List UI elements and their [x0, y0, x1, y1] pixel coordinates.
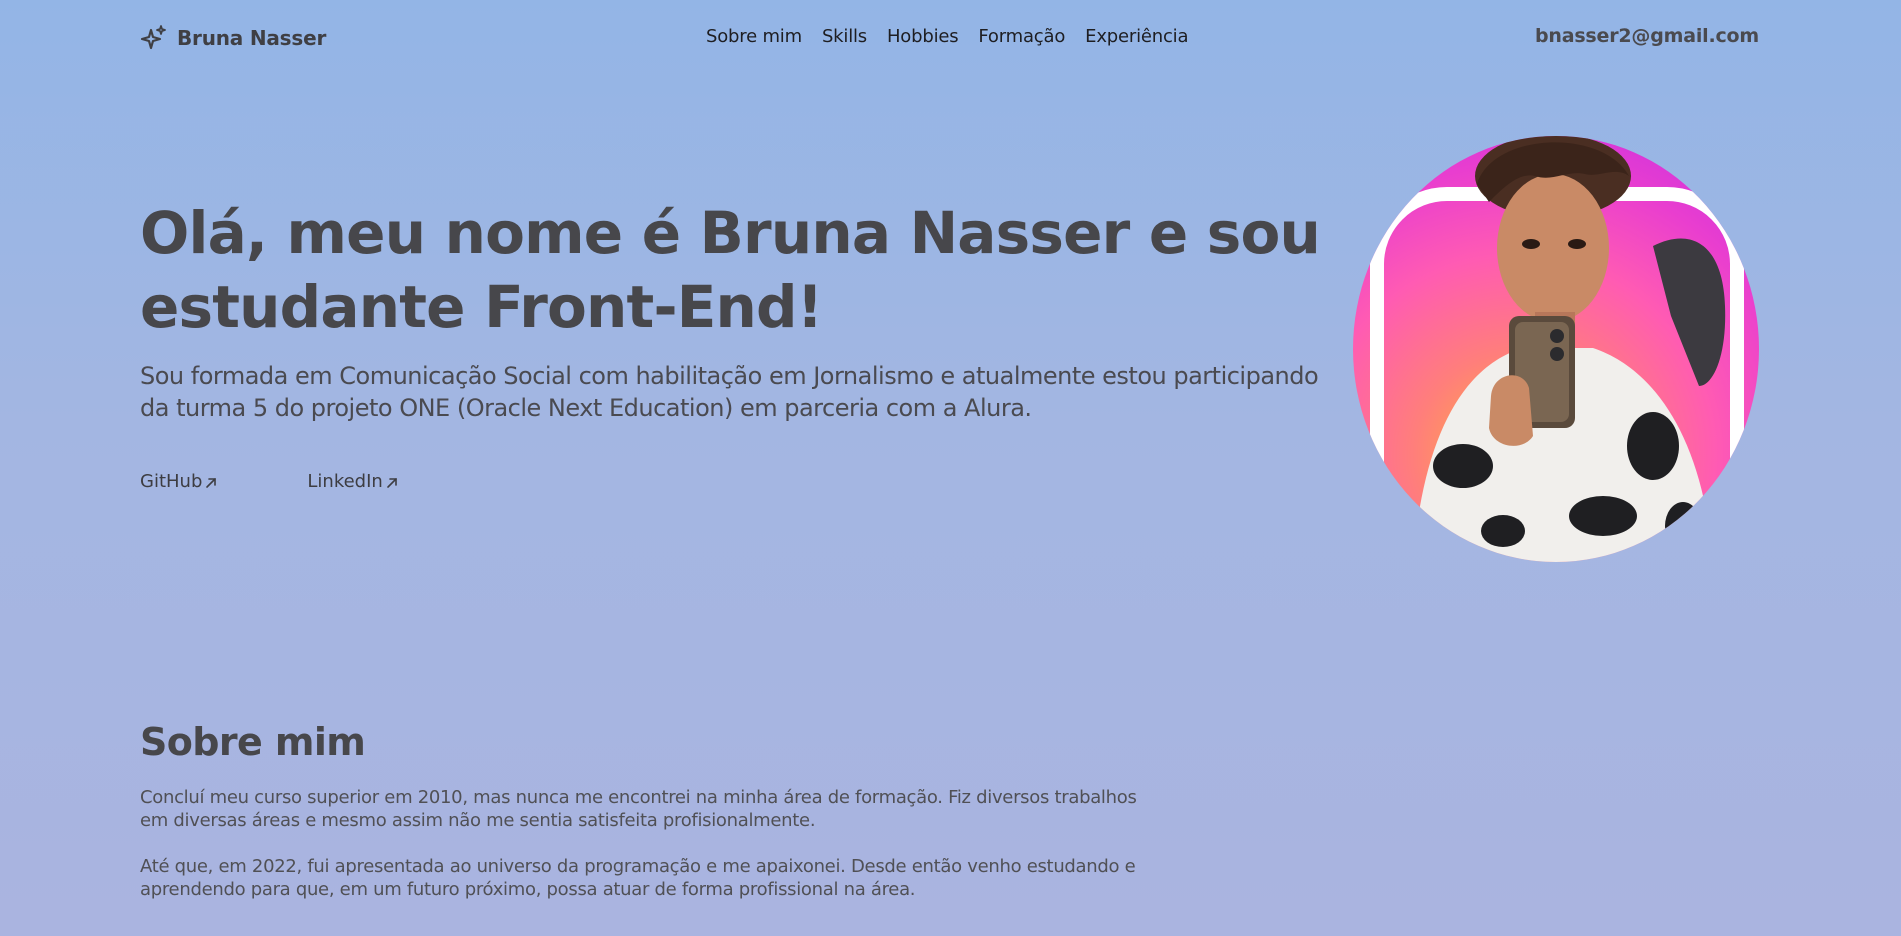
- nav-item-sobre-mim[interactable]: Sobre mim: [706, 26, 802, 47]
- nav-item-skills[interactable]: Skills: [822, 26, 867, 47]
- sparkles-icon: [140, 24, 168, 52]
- about-paragraph-1: Concluí meu curso superior em 2010, mas …: [140, 787, 1137, 831]
- email-contact[interactable]: bnasser2@gmail.com: [1535, 25, 1759, 47]
- nav-item-hobbies[interactable]: Hobbies: [887, 26, 959, 47]
- about-title: Sobre mim: [140, 720, 366, 764]
- linkedin-link-label: LinkedIn: [307, 471, 383, 492]
- arrow-up-right-icon: [205, 475, 217, 489]
- hero-subtitle: Sou formada em Comunicação Social com ha…: [140, 362, 1319, 422]
- main-nav: Sobre mim Skills Hobbies Formação Experi…: [706, 26, 1188, 47]
- nav-item-experiencia[interactable]: Experiência: [1085, 26, 1188, 47]
- github-link-label: GitHub: [140, 471, 203, 492]
- social-links: GitHub LinkedIn: [140, 471, 398, 492]
- linkedin-link[interactable]: LinkedIn: [307, 471, 397, 492]
- site-header: Bruna Nasser Sobre mim Skills Hobbies Fo…: [140, 20, 1759, 56]
- brand[interactable]: Bruna Nasser: [140, 24, 326, 52]
- arrow-up-right-icon: [386, 475, 398, 489]
- brand-name: Bruna Nasser: [177, 26, 327, 50]
- github-link[interactable]: GitHub: [140, 471, 217, 492]
- about-paragraph-2: Até que, em 2022, fui apresentada ao uni…: [140, 856, 1136, 900]
- profile-photo: [1353, 136, 1759, 562]
- nav-item-formacao[interactable]: Formação: [978, 26, 1065, 47]
- hero-title: Olá, meu nome é Bruna Nasser e sou estud…: [140, 199, 1321, 341]
